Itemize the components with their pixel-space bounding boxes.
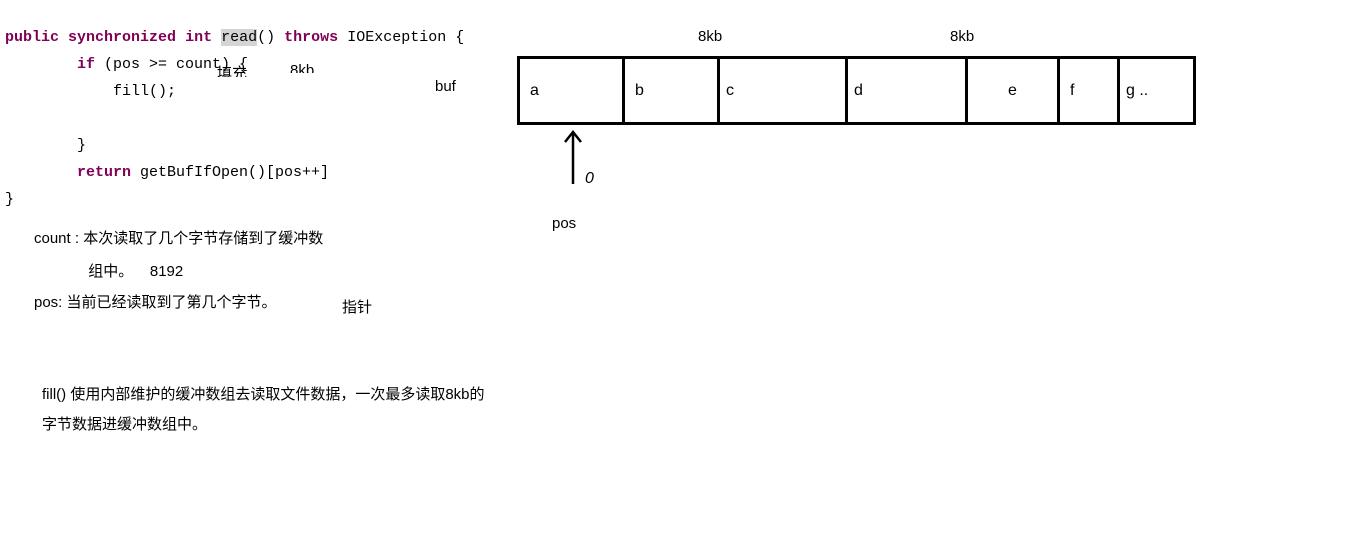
exception-type: IOException { (347, 29, 464, 46)
blank-line (5, 110, 14, 127)
return-expr: getBufIfOpen()[pos++] (131, 164, 338, 181)
index-zero-label: 0 (585, 170, 594, 188)
code-block: public synchronized int read() throws IO… (5, 24, 464, 213)
buffer-cell: d (847, 58, 967, 124)
buffer-cell: f (1059, 58, 1119, 124)
buffer-cell: b (624, 58, 719, 124)
kw-return: return (77, 164, 131, 181)
buf-label: buf (435, 78, 456, 95)
fill-description: fill() 使用内部维护的缓冲数组去读取文件数据，一次最多读取8kb的 字节数… (42, 380, 485, 440)
method-name: read (221, 29, 257, 46)
kw-throws: throws (284, 29, 338, 46)
fill-text-2: 字节数据进缓冲数组中。 (42, 416, 207, 433)
close-brace-method: } (5, 191, 14, 208)
count-text-2: 组中。 (88, 263, 133, 280)
count-text-1: 本次读取了几个字节存储到了缓冲数 (83, 230, 323, 247)
count-value: 8192 (150, 263, 183, 280)
close-brace-if: } (5, 137, 86, 154)
buffer-cell: g .. (1119, 58, 1195, 124)
pos-text: 当前已经读取到了第几个字节。 (67, 294, 277, 311)
kw-if: if (77, 56, 95, 73)
kw-synchronized: synchronized (68, 29, 176, 46)
kw-int: int (185, 29, 212, 46)
count-label: count : (34, 230, 79, 247)
size-label-left: 8kb (698, 28, 722, 45)
pos-pointer-label: pos (552, 215, 576, 232)
indent2 (5, 164, 77, 181)
pos-label-text: pos: (34, 294, 62, 311)
kw-public: public (5, 29, 59, 46)
fill-call: fill(); (5, 83, 176, 100)
count-description: count : 本次读取了几个字节存储到了缓冲数 组中。 8192 (34, 222, 323, 288)
fill-text-1: fill() 使用内部维护的缓冲数组去读取文件数据，一次最多读取8kb的 (42, 386, 485, 403)
buffer-array: a b c d e f g .. (517, 56, 1196, 125)
buffer-cell: a (519, 58, 624, 124)
indent (5, 56, 77, 73)
pointer-annotation: 指针 (342, 296, 372, 317)
paren: () (257, 29, 275, 46)
pos-description: pos: 当前已经读取到了第几个字节。 (34, 291, 277, 312)
buffer-cell: c (719, 58, 847, 124)
size-label-right: 8kb (950, 28, 974, 45)
buffer-cell: e (967, 58, 1059, 124)
